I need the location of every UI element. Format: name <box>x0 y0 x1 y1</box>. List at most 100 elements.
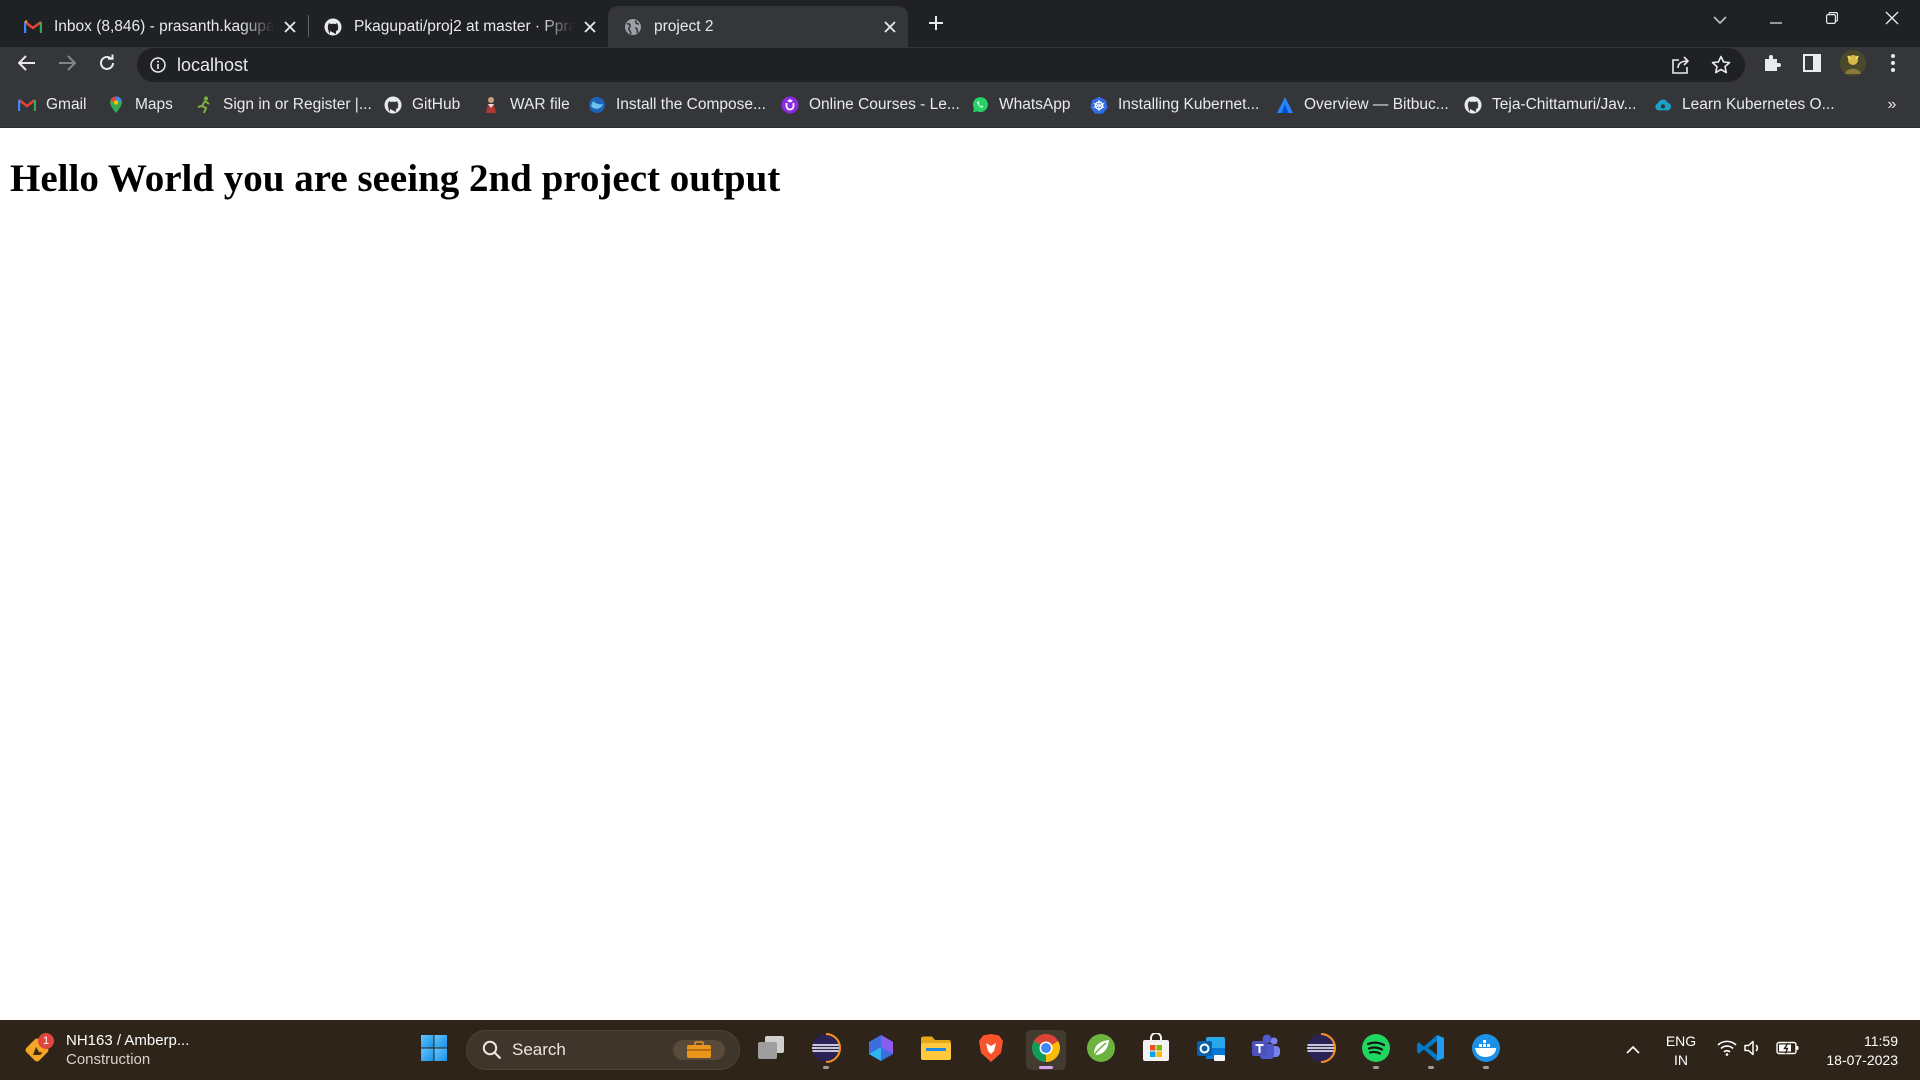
file-explorer-duplicate-icon <box>756 1034 786 1067</box>
battery-charging-icon <box>1776 1041 1800 1060</box>
taskbar-app-docker[interactable] <box>1466 1030 1506 1070</box>
taskbar-app-chrome[interactable] <box>1026 1030 1066 1070</box>
spotify-icon <box>1361 1033 1391 1068</box>
weather-widget[interactable]: 1 NH163 / Amberp... Construction <box>22 1028 189 1072</box>
bookmark-label: Install the Compose... <box>616 96 766 113</box>
copilot-icon <box>867 1033 895 1068</box>
taskbar-app-outlook[interactable] <box>1191 1030 1231 1070</box>
chevron-up-icon <box>1626 1041 1640 1059</box>
taskbar-app-spring[interactable] <box>1081 1030 1121 1070</box>
arrow-left-icon <box>17 54 36 76</box>
url-text[interactable]: localhost <box>177 55 248 76</box>
tab-github[interactable]: Pkagupati/proj2 at master · Pprasanth <box>308 6 608 47</box>
bookmark-whatsapp[interactable]: WhatsApp <box>971 93 1071 117</box>
chevron-down-icon <box>1713 11 1727 29</box>
close-window-button[interactable] <box>1864 0 1920 40</box>
close-icon[interactable] <box>880 17 900 37</box>
new-tab-button[interactable] <box>922 9 950 37</box>
reload-button[interactable] <box>89 47 125 83</box>
extensions-button[interactable] <box>1754 47 1790 83</box>
bookmark-label: WhatsApp <box>999 96 1071 113</box>
taskbar-app-file-explorer-duplicate[interactable] <box>751 1030 791 1070</box>
bookmark-bitbucket[interactable]: Overview — Bitbuc... <box>1276 93 1449 117</box>
tab-title: Inbox (8,846) - prasanth.kagupati@gmail.… <box>54 17 274 35</box>
side-panel-button[interactable] <box>1794 47 1830 83</box>
speaker-icon <box>1744 1040 1762 1061</box>
close-icon <box>1885 11 1899 30</box>
chrome-icon <box>1031 1033 1061 1068</box>
tab-gmail[interactable]: Inbox (8,846) - prasanth.kagupati@gmail.… <box>8 6 308 47</box>
bookmark-label: Learn Kubernetes O... <box>1682 96 1835 113</box>
close-icon[interactable] <box>580 17 600 37</box>
forward-button[interactable] <box>49 47 85 83</box>
tab-title: project 2 <box>654 17 714 35</box>
more-vertical-icon <box>1891 53 1895 77</box>
taskbar-app-eclipse[interactable] <box>806 1030 846 1070</box>
taskbar-app-file-explorer[interactable] <box>916 1030 956 1070</box>
bookmark-learn-kubernetes[interactable]: Learn Kubernetes O... <box>1654 93 1835 117</box>
bookmark-maps[interactable]: Maps <box>107 93 173 117</box>
weather-title: NH163 / Amberp... <box>66 1032 190 1049</box>
taskbar-app-copilot[interactable] <box>861 1030 901 1070</box>
start-button[interactable] <box>414 1030 454 1070</box>
brave-icon <box>978 1033 1004 1068</box>
globe-icon <box>624 18 642 36</box>
bookmark-label: Maps <box>135 96 173 113</box>
tab-search-button[interactable] <box>1692 0 1748 40</box>
udemy-icon <box>781 96 799 114</box>
share-icon[interactable] <box>1668 52 1694 78</box>
taskbar-app-eclipse-2[interactable] <box>1301 1030 1341 1070</box>
bookmark-online-courses[interactable]: Online Courses - Le... <box>781 93 960 117</box>
arrow-right-icon <box>58 54 77 76</box>
notification-badge: 1 <box>38 1033 54 1049</box>
running-indicator <box>1428 1066 1434 1069</box>
taskbar-app-vscode[interactable] <box>1411 1030 1451 1070</box>
taskbar-app-brave[interactable] <box>971 1030 1011 1070</box>
taskbar-search[interactable]: Search <box>466 1030 740 1070</box>
back-button[interactable] <box>9 47 45 83</box>
bookmark-label: Overview — Bitbuc... <box>1304 96 1449 113</box>
menu-button[interactable] <box>1875 47 1911 83</box>
eclipse-icon <box>811 1032 841 1068</box>
tab-title: Pkagupati/proj2 at master · Pprasanth <box>354 17 574 35</box>
bookmark-gmail[interactable]: Gmail <box>18 93 86 117</box>
language-indicator[interactable]: ENG IN <box>1660 1032 1702 1070</box>
battery-button[interactable] <box>1773 1020 1803 1080</box>
profile-button[interactable] <box>1835 47 1871 83</box>
info-icon[interactable] <box>149 56 167 74</box>
bookmark-teja-chittamuri[interactable]: Teja-Chittamuri/Jav... <box>1464 93 1636 117</box>
address-bar[interactable]: localhost <box>137 48 1745 82</box>
star-icon[interactable] <box>1708 52 1734 78</box>
microsoft-store-icon <box>1141 1031 1171 1068</box>
restore-button[interactable] <box>1804 0 1860 40</box>
windows-icon <box>420 1034 448 1067</box>
spring-icon <box>1086 1033 1116 1068</box>
tab-project-2[interactable]: project 2 <box>608 6 908 47</box>
taskbar-app-microsoft-store[interactable] <box>1136 1030 1176 1070</box>
bookmark-install-compose[interactable]: Install the Compose... <box>588 93 766 117</box>
docker-icon <box>588 96 606 114</box>
search-icon <box>482 1040 502 1065</box>
show-hidden-icons-button[interactable] <box>1618 1020 1648 1080</box>
minimize-button[interactable] <box>1748 0 1804 40</box>
bookmark-github[interactable]: GitHub <box>384 93 460 117</box>
taskbar-app-teams[interactable] <box>1246 1030 1286 1070</box>
page-viewport: Hello World you are seeing 2nd project o… <box>0 128 1920 1020</box>
taskbar-app-spotify[interactable] <box>1356 1030 1396 1070</box>
more-bookmarks-button[interactable]: » <box>1880 93 1904 117</box>
github-icon <box>384 96 402 114</box>
github-icon <box>1464 96 1482 114</box>
bookmark-war-file[interactable]: WAR file <box>482 93 570 117</box>
gmail-icon <box>18 96 36 114</box>
volume-button[interactable] <box>1740 1020 1766 1080</box>
taskbar-clock[interactable]: 11:59 18-07-2023 <box>1808 1032 1898 1070</box>
puzzle-icon <box>1762 53 1782 78</box>
bookmark-sign-in[interactable]: Sign in or Register |... <box>195 93 372 117</box>
page-heading: Hello World you are seeing 2nd project o… <box>10 157 781 200</box>
taskbar: 1 NH163 / Amberp... Construction Search <box>0 1020 1920 1080</box>
wifi-button[interactable] <box>1712 1020 1742 1080</box>
side-panel-icon <box>1803 53 1821 77</box>
close-icon[interactable] <box>280 17 300 37</box>
bookmark-installing-kubernetes[interactable]: Installing Kubernet... <box>1090 93 1259 117</box>
bookmark-label: WAR file <box>510 96 570 113</box>
